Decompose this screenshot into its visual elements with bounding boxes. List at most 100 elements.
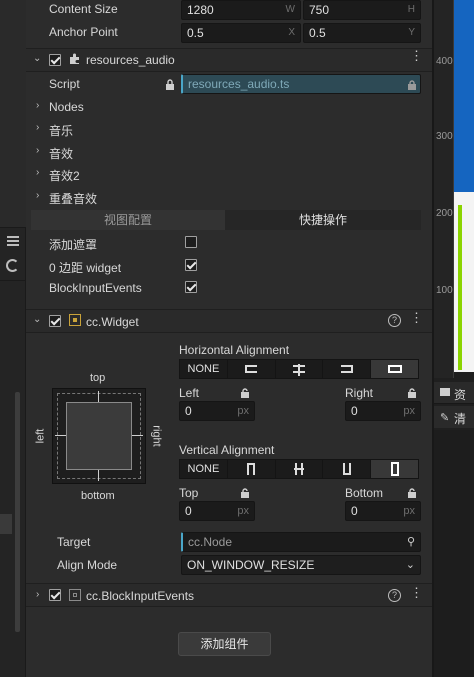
collapse-chevron-icon[interactable]: ›	[36, 589, 39, 600]
widget-enabled-checkbox[interactable]	[49, 315, 61, 327]
v-align-top-button[interactable]	[228, 460, 276, 478]
horizontal-alignment-label: Horizontal Alignment	[179, 343, 290, 357]
v-align-bottom-button[interactable]	[323, 460, 372, 478]
content-size-height-value: 750	[309, 3, 330, 17]
left-input[interactable]: 0 px	[179, 401, 255, 421]
align-left-icon	[245, 365, 258, 373]
puzzle-icon	[69, 53, 81, 65]
tree-chevron-icon[interactable]: ›	[36, 145, 39, 156]
script-asset-value: resources_audio.ts	[188, 77, 290, 91]
content-size-height-field[interactable]: 750 H	[303, 0, 421, 20]
block-input-component-icon	[69, 589, 81, 601]
scene-green-bar	[458, 205, 462, 370]
node-picker-icon[interactable]: ⚲	[407, 533, 415, 551]
ruler-tick-label: 100	[436, 285, 453, 296]
align-bottom-icon	[342, 463, 351, 475]
help-icon[interactable]: ?	[388, 589, 401, 602]
help-icon[interactable]: ?	[388, 314, 401, 327]
top-arrow-icon	[98, 391, 99, 402]
v-align-none-button[interactable]: NONE	[180, 460, 228, 478]
h-align-stretch-button[interactable]	[371, 360, 418, 378]
chevron-down-icon: ⌄	[405, 559, 415, 571]
alignment-diagram[interactable]	[52, 388, 146, 484]
left-lock-icon[interactable]	[240, 387, 250, 401]
right-lock-icon[interactable]	[407, 387, 417, 401]
v-align-stretch-icon	[390, 462, 399, 476]
scrollbar-thumb[interactable]	[15, 392, 20, 632]
anchor-x-field[interactable]: 0.5 X	[181, 23, 301, 43]
content-size-width-value: 1280	[187, 3, 214, 17]
h-align-right-button[interactable]	[323, 360, 372, 378]
tree-item-sfx[interactable]: 音效	[49, 145, 73, 162]
script-label: Script	[49, 77, 80, 91]
tree-item-music[interactable]: 音乐	[49, 122, 73, 139]
bottom-lock-icon[interactable]	[407, 487, 417, 501]
add-mask-checkbox[interactable]	[185, 236, 197, 248]
width-suffix: W	[285, 4, 295, 15]
bottom-value: 0	[351, 504, 358, 518]
zero-margin-widget-checkbox[interactable]	[185, 259, 197, 271]
block-input-enabled-checkbox[interactable]	[49, 589, 61, 601]
resources-audio-title: resources_audio	[86, 53, 175, 67]
console-tab[interactable]: ✎ 清	[434, 406, 474, 428]
more-options-icon[interactable]: ⋮	[410, 311, 423, 324]
folder-icon	[440, 388, 450, 396]
widget-title: cc.Widget	[86, 315, 139, 329]
script-asset-field[interactable]: resources_audio.ts	[181, 74, 421, 94]
block-input-events-checkbox[interactable]	[185, 281, 197, 293]
resources-audio-enabled-checkbox[interactable]	[49, 54, 61, 66]
target-label: Target	[57, 535, 91, 549]
refresh-icon[interactable]	[6, 259, 19, 272]
left-side-panel	[0, 0, 26, 677]
target-node-field[interactable]: cc.Node ⚲	[181, 532, 421, 552]
h-align-none-button[interactable]: NONE	[180, 360, 228, 378]
anchor-x-value: 0.5	[187, 26, 204, 40]
left-arrow-icon	[55, 435, 66, 436]
tree-chevron-icon[interactable]: ›	[36, 190, 39, 201]
script-field-lock-icon	[407, 79, 417, 93]
add-component-button[interactable]: 添加组件	[178, 632, 271, 656]
panel-divider	[0, 280, 26, 281]
tab-view-config[interactable]: 视图配置	[31, 210, 225, 230]
content-size-width-field[interactable]: 1280 W	[181, 0, 301, 20]
h-align-left-button[interactable]	[228, 360, 276, 378]
bottom-input[interactable]: 0 px	[345, 501, 421, 521]
horizontal-alignment-segmented[interactable]: NONE	[179, 359, 419, 379]
align-center-icon	[292, 364, 305, 376]
tree-chevron-icon[interactable]: ›	[36, 122, 39, 133]
tree-chevron-icon[interactable]: ›	[36, 100, 39, 111]
top-lock-icon[interactable]	[240, 487, 250, 501]
collapse-chevron-icon[interactable]: ⌄	[33, 314, 41, 325]
tab-quick-actions-label: 快捷操作	[298, 213, 347, 227]
align-mode-label: Align Mode	[57, 558, 118, 572]
console-tab-label: 清	[454, 412, 467, 426]
tab-quick-actions[interactable]: 快捷操作	[225, 210, 421, 230]
v-align-stretch-button[interactable]	[371, 460, 418, 478]
more-options-icon[interactable]: ⋮	[410, 586, 423, 599]
more-options-icon[interactable]: ⋮	[410, 49, 423, 62]
tab-view-config-label: 视图配置	[103, 213, 152, 227]
align-mode-value: ON_WINDOW_RESIZE	[187, 558, 315, 572]
collapse-chevron-icon[interactable]: ⌄	[33, 53, 41, 64]
top-input[interactable]: 0 px	[179, 501, 255, 521]
add-component-label: 添加组件	[200, 637, 249, 651]
tree-item-sfx2[interactable]: 音效2	[49, 167, 80, 184]
anchor-y-field[interactable]: 0.5 Y	[303, 23, 421, 43]
h-align-center-button[interactable]	[276, 360, 324, 378]
assets-tab[interactable]: 资	[434, 382, 474, 404]
height-suffix: H	[407, 4, 415, 15]
ruler-tick-label: 300	[436, 131, 453, 142]
tree-chevron-icon[interactable]: ›	[36, 167, 39, 178]
tree-item-nodes[interactable]: Nodes	[49, 100, 84, 114]
vertical-alignment-segmented[interactable]: NONE	[179, 459, 419, 479]
tree-item-overlap-sfx[interactable]: 重叠音效	[49, 190, 97, 207]
scene-canvas-white	[454, 192, 474, 372]
console-area	[434, 430, 474, 677]
v-align-middle-button[interactable]	[276, 460, 324, 478]
right-input[interactable]: 0 px	[345, 401, 421, 421]
align-mode-select[interactable]: ON_WINDOW_RESIZE ⌄	[181, 555, 421, 575]
diagram-top-label: top	[90, 372, 106, 384]
align-right-icon	[340, 365, 353, 373]
menu-icon[interactable]	[7, 236, 19, 246]
right-unit: px	[403, 405, 415, 417]
